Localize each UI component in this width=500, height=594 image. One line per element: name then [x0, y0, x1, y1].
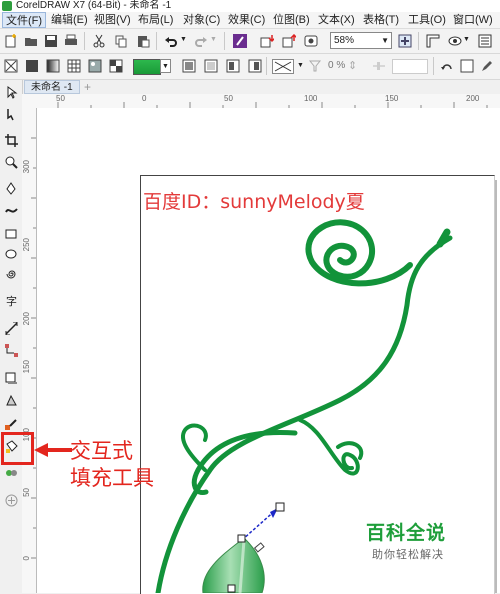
- brand-subtitle: 助你轻松解决: [372, 548, 444, 561]
- top-spiral: [305, 219, 413, 287]
- callout-label: 交互式 填充工具: [70, 438, 154, 492]
- callout-line-2: 填充工具: [70, 466, 154, 490]
- watermark-text: 百度ID：sunnyMelody夏: [143, 191, 365, 213]
- callout-arrow-icon: [34, 443, 72, 457]
- fill-vector-slider: [253, 542, 265, 553]
- brand-title: 百科全说: [366, 522, 447, 544]
- fill-vector-bottom-handle: [227, 584, 236, 593]
- vine-artwork[interactable]: [0, 0, 500, 593]
- callout-highlight-box: [1, 432, 34, 465]
- fill-vector-end-handle: [275, 502, 285, 512]
- callout-line-1: 交互式: [70, 439, 133, 463]
- right-spiral: [298, 418, 360, 476]
- fill-vector-start-handle: [237, 534, 246, 543]
